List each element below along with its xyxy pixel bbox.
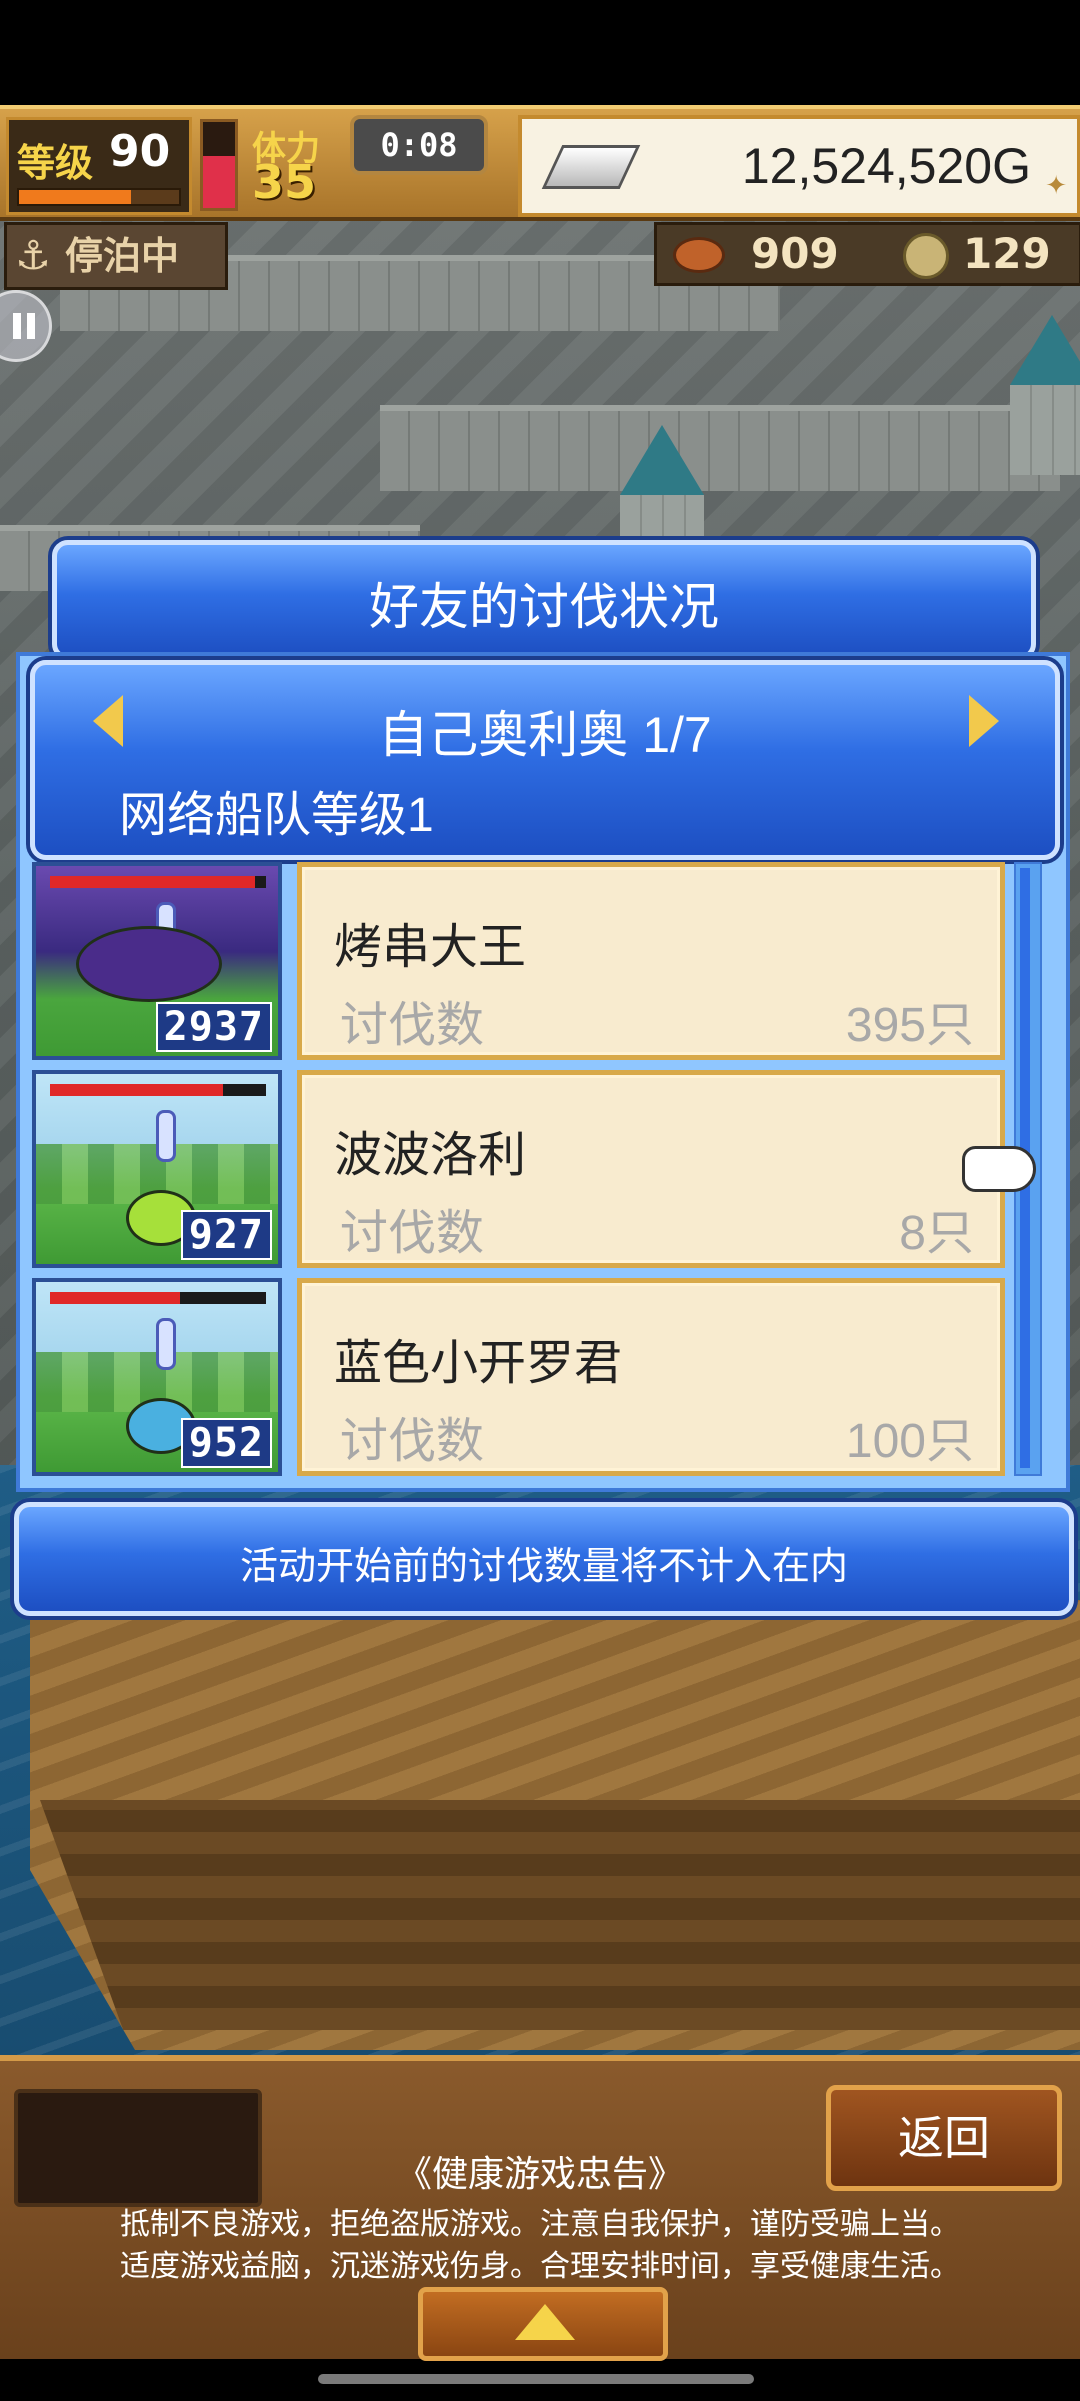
list-item[interactable]: 2937 烤串大王 讨伐数 395只 <box>32 862 1007 1060</box>
kill-count-label: 讨伐数 <box>340 999 485 1052</box>
medal-value: 129 <box>963 229 1051 278</box>
list-item[interactable]: 927 波波洛利 讨伐数 8只 <box>32 1070 1007 1268</box>
kill-count-value: 395只 <box>845 999 974 1052</box>
bottom-panel: 返回 《健康游戏忠告》 抵制不良游戏，拒绝盗版游戏。注意自我保护，谨防受骗上当。… <box>0 2055 1080 2361</box>
kill-count-label: 讨伐数 <box>340 1207 485 1260</box>
docked-status-label: 停泊中 <box>65 234 180 278</box>
stamina-value: 35 <box>252 155 317 209</box>
player-name: 烤串大王 <box>334 921 527 974</box>
health-advice-title: 《健康游戏忠告》 <box>395 2153 684 2194</box>
top-hud: 等级 90 体力 35 0:08 12,524,520G ✦ <box>0 105 1080 221</box>
dialog-title: 好友的讨伐状况 <box>369 579 719 635</box>
monster-thumbnail: 952 <box>32 1278 282 1476</box>
kill-card: 波波洛利 讨伐数 8只 <box>297 1070 1005 1268</box>
expand-up-button[interactable] <box>418 2287 668 2361</box>
monster-hp-bar <box>50 1292 266 1304</box>
home-indicator[interactable] <box>318 2374 754 2384</box>
pointer-hand-icon <box>962 1146 1036 1192</box>
kill-count-value: 100只 <box>845 1415 974 1468</box>
silver-bar-icon <box>541 145 641 189</box>
exclamation-icon <box>156 1110 176 1162</box>
kill-count-label: 讨伐数 <box>340 1415 485 1468</box>
exclamation-icon <box>156 1318 176 1370</box>
level-label: 等级 <box>17 141 94 185</box>
meat-icon <box>673 237 725 273</box>
monster-count: 952 <box>180 1418 272 1468</box>
fleet-level: 网络船队等级1 <box>119 789 434 842</box>
next-friend-arrow-icon[interactable] <box>969 695 999 747</box>
kill-card: 蓝色小开罗君 讨伐数 100只 <box>297 1278 1005 1476</box>
tower-roof <box>1010 315 1080 385</box>
monster-count: 927 <box>180 1210 272 1260</box>
friend-header: 自己奥利奥 1/7 网络船队等级1 <box>30 660 1060 860</box>
notice-text: 活动开始前的讨伐数量将不计入在内 <box>239 1546 848 1588</box>
hp-gauge-fill <box>203 156 235 208</box>
ship-hull <box>40 1800 1080 2030</box>
monster-hp-bar <box>50 1084 266 1096</box>
gold-box[interactable]: 12,524,520G ✦ <box>518 115 1080 217</box>
resource-box: 909 129 <box>654 222 1080 286</box>
timer: 0:08 <box>350 115 488 175</box>
docked-status[interactable]: ⚓ 停泊中 <box>4 222 228 290</box>
tower-roof <box>620 425 704 495</box>
meat-value: 909 <box>751 229 839 278</box>
kill-count-value: 8只 <box>899 1207 974 1260</box>
monster-thumbnail: 2937 <box>32 862 282 1060</box>
gold-value: 12,524,520G <box>741 138 1031 194</box>
friend-name: 自己奥利奥 1/7 <box>378 707 712 763</box>
hp-gauge <box>200 119 238 211</box>
monster-hp-fill <box>50 876 256 888</box>
castle-tower <box>1010 385 1080 475</box>
list-item[interactable]: 952 蓝色小开罗君 讨伐数 100只 <box>32 1278 1007 1476</box>
anchor-icon: ⚓ <box>15 233 51 279</box>
health-advice-line: 抵制不良游戏，拒绝盗版游戏。注意自我保护，谨防受骗上当。 <box>120 2208 960 2241</box>
monster-thumbnail: 927 <box>32 1070 282 1268</box>
monster-count: 2937 <box>155 1002 272 1052</box>
sparkle-icon: ✦ <box>1045 171 1067 201</box>
level-progress-fill <box>19 190 131 204</box>
level-box: 等级 90 <box>6 117 192 215</box>
monster-sprite <box>76 926 222 1002</box>
level-value: 90 <box>109 126 171 177</box>
medal-icon <box>903 233 949 279</box>
dialog-title-bar: 好友的讨伐状况 <box>52 540 1036 660</box>
monster-hp-fill <box>50 1292 180 1304</box>
castle-wall <box>380 405 1060 491</box>
level-progress-bar <box>17 188 181 206</box>
health-advice-line: 适度游戏益脑，沉迷游戏伤身。合理安排时间，享受健康生活。 <box>120 2250 960 2283</box>
kill-card: 烤串大王 讨伐数 395只 <box>297 862 1005 1060</box>
player-name: 蓝色小开罗君 <box>334 1337 623 1390</box>
monster-hp-bar <box>50 876 266 888</box>
monster-hp-fill <box>50 1084 223 1096</box>
player-name: 波波洛利 <box>334 1129 527 1182</box>
notice-bar: 活动开始前的讨伐数量将不计入在内 <box>14 1502 1074 1616</box>
